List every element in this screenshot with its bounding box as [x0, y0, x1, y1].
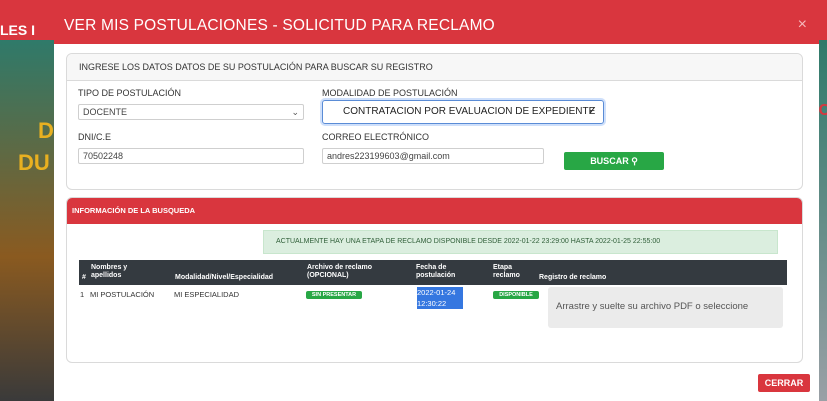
close-icon[interactable]: × — [798, 16, 807, 34]
cerrar-label: CERRAR — [764, 378, 804, 388]
col-archivo: Archivo de reclamo (OPCIONAL) — [307, 264, 372, 279]
search-icon: ⚲ — [631, 156, 638, 166]
row-nombre: MI POSTULACIÓN — [90, 290, 155, 299]
col-fecha: Fecha de postulación — [416, 264, 456, 279]
background-letter: D — [38, 118, 54, 143]
dni-value: 70502248 — [83, 151, 124, 161]
modal-title: VER MIS POSTULACIONES - SOLICITUD PARA R… — [64, 17, 495, 34]
results-card-title: INFORMACIÓN DE LA BUSQUEDA — [72, 206, 196, 215]
modalidad-select[interactable]: CONTRATACION POR EVALUACION DE EXPEDIENT… — [322, 100, 604, 124]
fecha-date: 2022-01-24 — [417, 288, 456, 297]
reclamo-modal: VER MIS POSTULACIONES - SOLICITUD PARA R… — [54, 8, 819, 401]
background-header-text: LES I — [0, 22, 36, 38]
correo-value: andres223199603@gmail.com — [327, 151, 450, 161]
search-card-title: INGRESE LOS DATOS DATOS DE SU POSTULACIÓ… — [79, 62, 433, 72]
col-modalidad: Modalidad/Nivel/Especialidad — [175, 274, 274, 281]
col-num: # — [82, 274, 86, 281]
tipo-postulacion-label: TIPO DE POSTULACIÓN — [78, 88, 182, 98]
reclamo-alert-text: ACTUALMENTE HAY UNA ETAPA DE RECLAMO DIS… — [276, 238, 661, 245]
chevron-down-icon: ⌄ — [291, 107, 299, 117]
correo-label: CORREO ELECTRÓNICO — [322, 132, 430, 142]
background-letter: DU — [18, 150, 50, 175]
status-badge: SIN PRESENTAR — [306, 291, 362, 299]
dropzone-text: Arrastre y suelte su archivo PDF o selec… — [556, 301, 749, 312]
modalidad-label: MODALIDAD DE POSTULACIÓN — [322, 88, 458, 98]
col-nombres: Nombres y apellidos — [91, 264, 128, 279]
modalidad-value: CONTRATACION POR EVALUACION DE EXPEDIENT… — [343, 106, 596, 117]
row-especialidad: MI ESPECIALIDAD — [174, 290, 240, 299]
fecha-postulacion: 2022-01-24 12:30:22 — [417, 287, 463, 309]
results-table-header: # Nombres y apellidos Modalidad/Nivel/Es… — [79, 260, 787, 285]
pdf-dropzone[interactable]: Arrastre y suelte su archivo PDF o selec… — [548, 287, 783, 328]
chevron-down-icon: ✓ — [587, 105, 597, 117]
fecha-time: 12:30:22 — [417, 299, 447, 308]
tipo-postulacion-value: DOCENTE — [83, 107, 128, 117]
dni-field[interactable]: 70502248 — [78, 148, 304, 164]
buscar-label: BUSCAR — [590, 156, 629, 166]
col-registro: Registro de reclamo — [539, 274, 607, 281]
reclamo-alert: ACTUALMENTE HAY UNA ETAPA DE RECLAMO DIS… — [263, 230, 778, 254]
buscar-button[interactable]: BUSCAR ⚲ — [564, 152, 664, 170]
col-etapa: Etapa reclamo — [493, 264, 520, 279]
correo-field[interactable]: andres223199603@gmail.com — [322, 148, 544, 164]
search-card-header: INGRESE LOS DATOS DATOS DE SU POSTULACIÓ… — [67, 54, 802, 81]
tipo-postulacion-select[interactable]: DOCENTE ⌄ — [78, 104, 304, 120]
background-left-panel — [0, 40, 62, 401]
cerrar-button[interactable]: CERRAR — [758, 374, 810, 392]
results-card-header: INFORMACIÓN DE LA BUSQUEDA — [67, 198, 802, 224]
modal-header: VER MIS POSTULACIONES - SOLICITUD PARA R… — [54, 8, 819, 44]
status-badge: DISPONIBLE — [493, 291, 539, 299]
row-num: 1 — [80, 290, 85, 299]
dni-label: DNI/C.E — [78, 132, 112, 142]
